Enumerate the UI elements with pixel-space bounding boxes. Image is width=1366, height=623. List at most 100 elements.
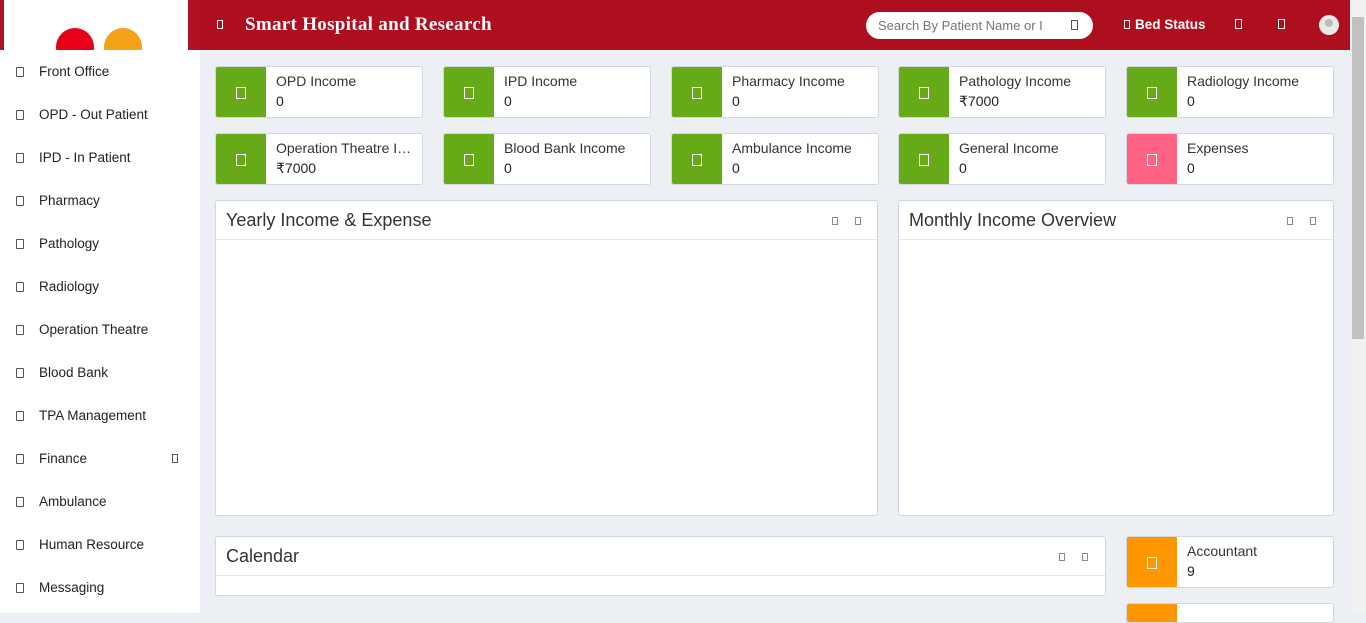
income-card-value: ₹7000 <box>959 93 1000 109</box>
sidebar-item-label: Finance <box>39 451 88 466</box>
income-card-icon-box <box>216 67 266 117</box>
sidebar-item-label: IPD - In Patient <box>39 150 131 165</box>
ambulance-icon <box>692 153 702 166</box>
sidebar-item-label: TPA Management <box>39 408 147 423</box>
close-icon[interactable] <box>1310 217 1316 225</box>
close-icon[interactable] <box>855 217 861 225</box>
income-card-ipd[interactable]: IPD Income 0 <box>443 66 651 118</box>
income-card-icon-box <box>1127 67 1177 117</box>
staff-card-accountant[interactable]: Accountant 9 <box>1126 536 1334 588</box>
top-navbar: Smart Hospital and Research Bed Status <box>200 0 1350 50</box>
operation-theatre-icon <box>16 324 24 335</box>
human-resource-icon <box>16 539 24 550</box>
sidebar-item-messaging[interactable]: Messaging <box>0 566 200 609</box>
income-card-label: Operation Theatre Income <box>276 140 416 156</box>
radiology-icon <box>1147 86 1157 99</box>
income-card-expenses[interactable]: Expenses 0 <box>1126 133 1334 185</box>
scrollbar-thumb[interactable] <box>1352 17 1364 339</box>
income-card-label: Ambulance Income <box>732 140 852 156</box>
income-card-operation-theatre[interactable]: Operation Theatre Income ₹7000 <box>215 133 423 185</box>
income-card-value: 0 <box>959 160 967 176</box>
search-icon[interactable] <box>1071 20 1078 30</box>
calendar-panel: Calendar <box>215 536 1106 596</box>
income-card-value: 0 <box>276 93 284 109</box>
collapse-icon[interactable] <box>832 217 838 225</box>
tpa-icon <box>16 410 24 421</box>
bed-status-link[interactable]: Bed Status <box>1124 17 1206 32</box>
pharmacy-icon <box>16 195 24 206</box>
income-card-pharmacy[interactable]: Pharmacy Income 0 <box>671 66 879 118</box>
staff-card-icon-box <box>1127 537 1177 587</box>
staff-card-count: 9 <box>1187 563 1195 579</box>
income-card-value: 0 <box>732 160 740 176</box>
sidebar-item-label: Pathology <box>39 236 100 251</box>
income-card-general[interactable]: General Income 0 <box>898 133 1106 185</box>
sidebar-item-human-resource[interactable]: Human Resource <box>0 523 200 566</box>
chevron-left-icon[interactable] <box>172 454 178 463</box>
patient-search-input[interactable] <box>866 12 1093 39</box>
sidebar-item-label: Human Resource <box>39 537 145 552</box>
staff-card-next[interactable] <box>1126 603 1334 623</box>
sidebar-item-front-office[interactable]: Front Office <box>0 50 200 93</box>
income-card-value: 0 <box>504 93 512 109</box>
sidebar-item-tpa[interactable]: TPA Management <box>0 394 200 437</box>
income-card-label: Radiology Income <box>1187 73 1300 89</box>
bed-icon <box>1124 20 1130 29</box>
collapse-icon[interactable] <box>1287 217 1293 225</box>
blood-bank-icon <box>464 153 474 166</box>
operation-theatre-icon <box>236 153 246 166</box>
messaging-icon <box>16 582 24 593</box>
sidebar-item-pathology[interactable]: Pathology <box>0 222 200 265</box>
logo-accent-strip <box>188 0 200 50</box>
income-card-pathology[interactable]: Pathology Income ₹7000 <box>898 66 1106 118</box>
sidebar-item-ambulance[interactable]: Ambulance <box>0 480 200 523</box>
sidebar-item-label: Messaging <box>39 580 105 595</box>
income-card-opd[interactable]: OPD Income 0 <box>215 66 423 118</box>
income-card-icon-box <box>444 134 494 184</box>
sidebar-menu: Front Office OPD - Out Patient IPD - In … <box>0 50 200 609</box>
panel-title: Calendar <box>226 546 300 566</box>
sidebar-item-finance[interactable]: Finance <box>0 437 200 480</box>
income-card-label: IPD Income <box>504 73 578 89</box>
pathology-icon <box>16 238 24 249</box>
sidebar-item-radiology[interactable]: Radiology <box>0 265 200 308</box>
income-card-label: Expenses <box>1187 140 1249 156</box>
close-icon[interactable] <box>1082 553 1088 561</box>
income-card-value: 0 <box>1187 93 1195 109</box>
income-card-icon-box <box>444 67 494 117</box>
income-card-icon-box <box>899 134 949 184</box>
sidebar-toggle-icon[interactable] <box>217 20 223 29</box>
income-card-radiology[interactable]: Radiology Income 0 <box>1126 66 1334 118</box>
finance-icon <box>16 453 24 464</box>
collapse-icon[interactable] <box>1059 553 1065 561</box>
sidebar-item-operation-theatre[interactable]: Operation Theatre <box>0 308 200 351</box>
pharmacy-icon <box>692 86 702 99</box>
income-card-label: Blood Bank Income <box>504 140 626 156</box>
radiology-icon <box>16 281 24 292</box>
income-card-blood-bank[interactable]: Blood Bank Income 0 <box>443 133 651 185</box>
sidebar-item-pharmacy[interactable]: Pharmacy <box>0 179 200 222</box>
ipd-icon <box>16 152 24 163</box>
tasks-icon[interactable] <box>1278 19 1285 29</box>
sidebar-item-ipd[interactable]: IPD - In Patient <box>0 136 200 179</box>
page-scrollbar[interactable] <box>1350 0 1366 613</box>
hospital-logo[interactable] <box>0 0 188 50</box>
notification-icon[interactable] <box>1235 19 1242 29</box>
monthly-income-overview-panel: Monthly Income Overview <box>898 200 1334 516</box>
sidebar-item-opd[interactable]: OPD - Out Patient <box>0 93 200 136</box>
accountant-icon <box>1147 556 1157 569</box>
income-card-icon-box <box>672 134 722 184</box>
sidebar-item-label: Operation Theatre <box>39 322 149 337</box>
income-card-ambulance[interactable]: Ambulance Income 0 <box>671 133 879 185</box>
staff-card-label: Accountant <box>1187 543 1258 559</box>
income-card-value: ₹7000 <box>276 160 317 176</box>
panel-title: Monthly Income Overview <box>909 210 1117 230</box>
blood-bank-icon <box>16 367 24 378</box>
sidebar-item-blood-bank[interactable]: Blood Bank <box>0 351 200 394</box>
user-avatar[interactable] <box>1319 15 1339 35</box>
sidebar-item-label: Front Office <box>39 64 110 79</box>
sidebar-item-label: Blood Bank <box>39 365 109 380</box>
ipd-icon <box>464 86 474 99</box>
app-title: Smart Hospital and Research <box>245 14 492 35</box>
income-card-icon-box <box>1127 134 1177 184</box>
